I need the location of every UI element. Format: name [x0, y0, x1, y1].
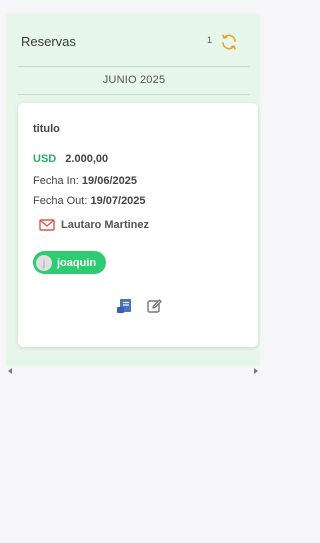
reservations-panel: Reservas 1 JUNIO 2025 titulo USD 2.000,0… [6, 14, 260, 366]
price-amount: 2.000,00 [65, 153, 109, 165]
reservation-count: 1 [207, 35, 213, 45]
panel-header: Reservas 1 [6, 14, 260, 66]
horizontal-scrollbar[interactable] [6, 366, 260, 378]
checkin-row: Fecha In: 19/06/2025 [33, 175, 137, 187]
month-label: JUNIO 2025 [102, 74, 166, 86]
checkin-label: Fecha In: [33, 175, 79, 187]
scroll-right-arrow-icon[interactable] [254, 368, 258, 374]
checkout-row: Fecha Out: 19/07/2025 [33, 195, 146, 207]
divider-top [18, 66, 250, 67]
refresh-icon[interactable] [220, 33, 238, 51]
contact[interactable]: Lautaro Martinez [39, 219, 149, 231]
card-title: titulo [33, 123, 60, 135]
checkout-label: Fecha Out: [33, 195, 88, 207]
panel-title: Reservas [21, 34, 76, 49]
currency-label: USD [33, 153, 57, 165]
user-chip[interactable]: j joaquin [33, 251, 107, 274]
checkin-value: 19/06/2025 [81, 175, 137, 187]
chip-avatar: j [36, 254, 52, 271]
contact-name: Lautaro Martinez [61, 219, 150, 231]
mail-icon [39, 219, 55, 231]
reservation-card[interactable]: titulo USD 2.000,00 Fecha In: 19/06/2025… [18, 103, 258, 347]
edit-icon[interactable] [146, 298, 162, 314]
chip-name: joaquin [57, 256, 97, 269]
checkout-value: 19/07/2025 [90, 195, 146, 207]
price: USD 2.000,00 [33, 153, 108, 165]
scroll-left-arrow-icon[interactable] [8, 368, 12, 374]
card-actions [116, 298, 176, 314]
document-icon[interactable] [116, 298, 132, 314]
divider-bottom [18, 94, 250, 95]
